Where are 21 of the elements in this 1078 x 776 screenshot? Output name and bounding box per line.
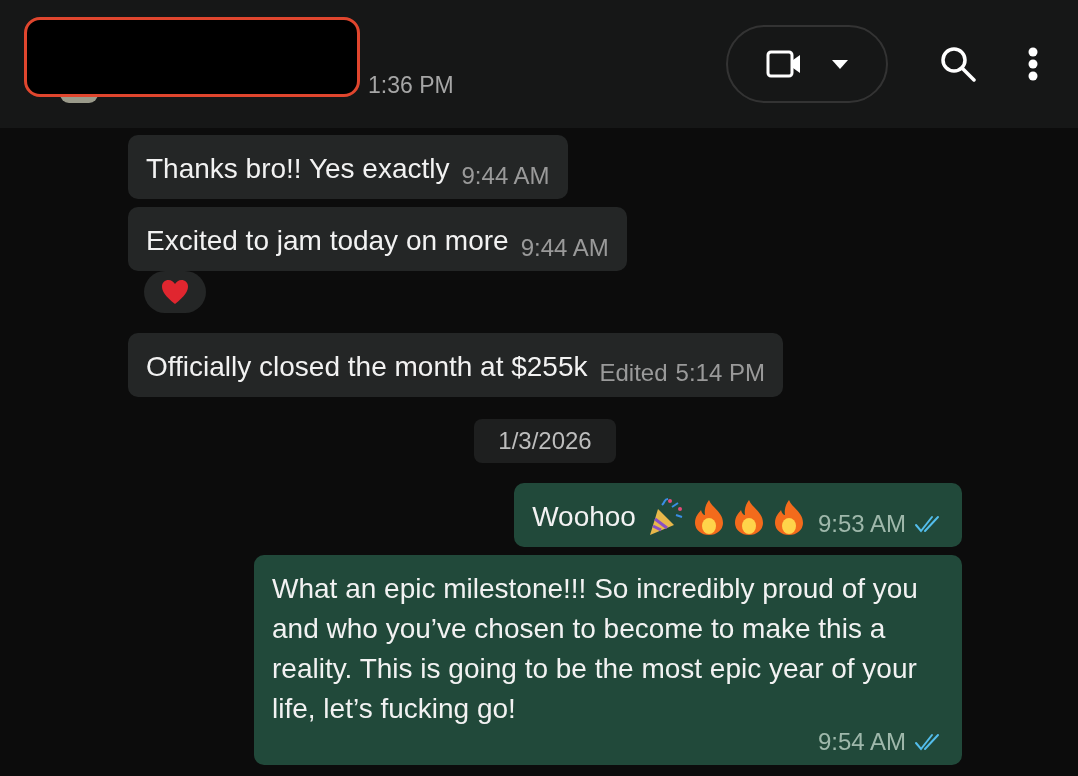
message-time: 9:44 AM (520, 235, 609, 261)
video-call-button[interactable] (726, 25, 888, 103)
video-camera-icon (766, 50, 802, 78)
more-options-icon (1028, 47, 1038, 81)
caret-icon (832, 59, 848, 69)
message-text: Officially closed the month at $255k (146, 350, 588, 384)
message-time: 9:44 AM (461, 163, 550, 189)
message-text: What an epic milestone!!! So incredibly proud of you and who you’ve chosen to become to make this a reality. This is going to be the most epic year of your life, let’s fucking go! (272, 572, 919, 726)
reaction-chip[interactable] (144, 271, 206, 313)
message-text: Thanks bro!! Yes exactly (146, 152, 450, 186)
last-seen-status: 1:36 PM (368, 72, 454, 99)
edited-label: Edited (599, 359, 668, 387)
message-time: 9:54 AM (817, 729, 906, 755)
message-text: Excited to jam today on more (146, 224, 509, 258)
more-options-button[interactable] (1028, 47, 1038, 81)
message-text: Woohoo (532, 500, 636, 534)
heart-icon (161, 279, 189, 305)
search-button[interactable] (940, 46, 976, 82)
message-time: 9:53 AM (817, 511, 906, 537)
message-time: 5:14 PM (675, 360, 765, 386)
search-icon (940, 46, 976, 82)
